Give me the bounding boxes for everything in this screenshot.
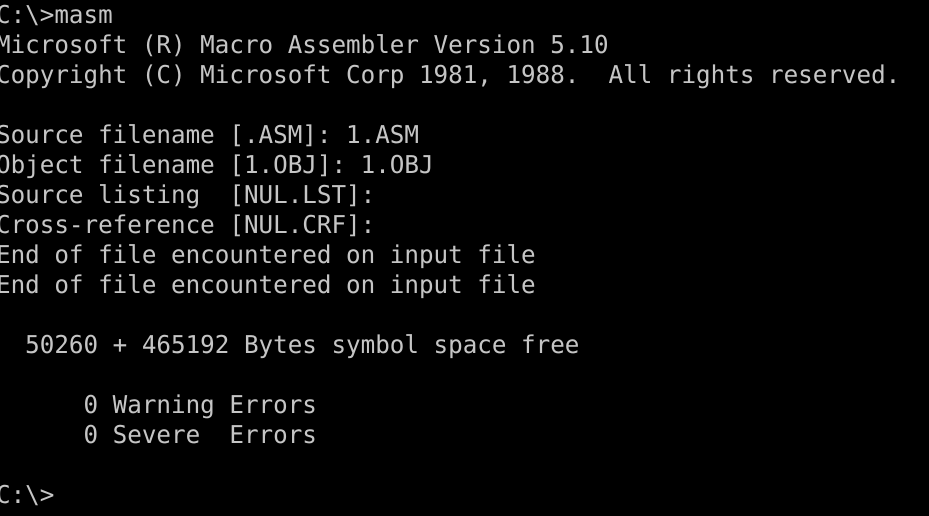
console-line-blank-2 — [0, 300, 929, 330]
console-line-banner-copyright: Copyright (C) Microsoft Corp 1981, 1988.… — [0, 60, 901, 89]
console-line-symbol-space: 50260 + 465192 Bytes symbol space free — [0, 330, 580, 359]
console-line-source-filename: Source filename [.ASM]: 1.ASM — [0, 120, 419, 149]
console-line-blank-4 — [0, 450, 929, 480]
console-line-banner-version: Microsoft (R) Macro Assembler Version 5.… — [0, 30, 609, 59]
console-line-eof-message-1: End of file encountered on input file — [0, 240, 536, 269]
console-line-cross-reference: Cross-reference [NUL.CRF]: — [0, 210, 376, 239]
console-line-object-filename: Object filename [1.OBJ]: 1.OBJ — [0, 150, 434, 179]
console-line-warning-errors: 0 Warning Errors — [0, 390, 317, 419]
console-line-command-prompt: C:\>masm — [0, 0, 113, 29]
console-line-severe-errors: 0 Severe Errors — [0, 420, 317, 449]
console-line-blank-3 — [0, 360, 929, 390]
console-line-source-listing: Source listing [NUL.LST]: — [0, 180, 376, 209]
console-output-text: C:\>masm Microsoft (R) Macro Assembler Ve… — [0, 0, 929, 510]
console-line-blank-1 — [0, 90, 929, 120]
console-line-final-prompt[interactable]: C:\> — [0, 480, 929, 510]
dos-console-window[interactable]: C:\>masm Microsoft (R) Macro Assembler Ve… — [0, 0, 929, 516]
console-line-eof-message-2: End of file encountered on input file — [0, 270, 536, 299]
